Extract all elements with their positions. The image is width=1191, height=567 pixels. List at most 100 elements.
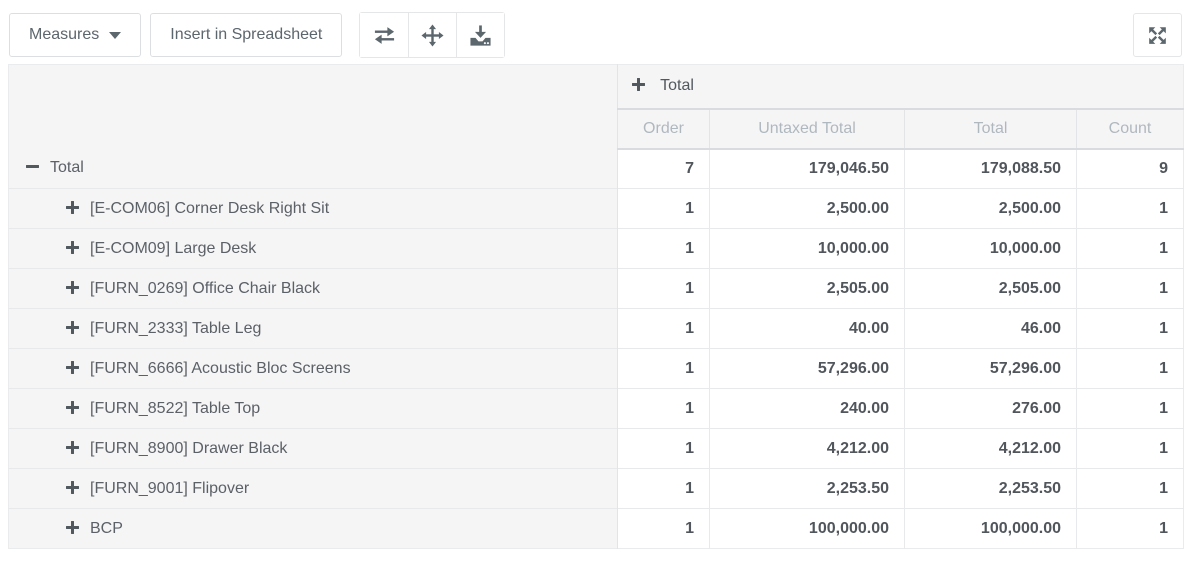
pivot-value-cell[interactable]: 179,046.50 bbox=[710, 149, 905, 189]
row-label-text: [E-COM06] Corner Desk Right Sit bbox=[90, 200, 329, 217]
row-label-text: Total bbox=[50, 159, 84, 176]
pivot-table: Total Order Untaxed Total Total Count To… bbox=[8, 64, 1184, 549]
flip-axis-button[interactable] bbox=[360, 13, 408, 57]
row-label-text: [FURN_8900] Drawer Black bbox=[90, 440, 287, 457]
pivot-value-cell[interactable]: 100,000.00 bbox=[905, 509, 1077, 549]
pivot-value-cell[interactable]: 1 bbox=[1077, 429, 1184, 469]
pivot-toolbar: Measures Insert in Spreadsheet bbox=[0, 0, 1191, 62]
insert-in-spreadsheet-button[interactable]: Insert in Spreadsheet bbox=[150, 13, 342, 57]
row-header-total[interactable]: Total bbox=[9, 149, 618, 189]
pivot-value-cell[interactable]: 1 bbox=[1077, 509, 1184, 549]
row-label-text: [FURN_2333] Table Leg bbox=[90, 320, 261, 337]
col-group-label: Total bbox=[660, 77, 694, 94]
pivot-value-cell[interactable]: 4,212.00 bbox=[905, 429, 1077, 469]
plus-icon bbox=[66, 281, 79, 294]
pivot-icon-button-group bbox=[359, 12, 505, 58]
measures-button-label: Measures bbox=[29, 26, 99, 44]
expand-all-icon bbox=[421, 24, 444, 47]
fullscreen-icon bbox=[1147, 25, 1168, 46]
pivot-row: [FURN_2333] Table Leg140.0046.001 bbox=[9, 309, 1184, 349]
measure-header-order[interactable]: Order bbox=[618, 109, 710, 149]
measure-header-count[interactable]: Count bbox=[1077, 109, 1184, 149]
row-header-furn-6666-acoustic-bloc-screens[interactable]: [FURN_6666] Acoustic Bloc Screens bbox=[9, 349, 618, 389]
pivot-view: Total Order Untaxed Total Total Count To… bbox=[0, 62, 1191, 549]
pivot-value-cell[interactable]: 4,212.00 bbox=[710, 429, 905, 469]
pivot-value-cell[interactable]: 9 bbox=[1077, 149, 1184, 189]
row-header-furn-8522-table-top[interactable]: [FURN_8522] Table Top bbox=[9, 389, 618, 429]
pivot-row: [FURN_0269] Office Chair Black12,505.002… bbox=[9, 269, 1184, 309]
pivot-value-cell[interactable]: 1 bbox=[618, 429, 710, 469]
pivot-value-cell[interactable]: 10,000.00 bbox=[710, 229, 905, 269]
pivot-row: BCP1100,000.00100,000.001 bbox=[9, 509, 1184, 549]
pivot-corner-cell bbox=[9, 65, 618, 149]
pivot-value-cell[interactable]: 2,500.00 bbox=[905, 189, 1077, 229]
row-label-text: [FURN_9001] Flipover bbox=[90, 480, 249, 497]
row-label-text: [FURN_8522] Table Top bbox=[90, 400, 260, 417]
plus-icon bbox=[66, 361, 79, 374]
row-header-furn-0269-office-chair-black[interactable]: [FURN_0269] Office Chair Black bbox=[9, 269, 618, 309]
pivot-value-cell[interactable]: 1 bbox=[618, 509, 710, 549]
row-header-furn-2333-table-leg[interactable]: [FURN_2333] Table Leg bbox=[9, 309, 618, 349]
pivot-value-cell[interactable]: 57,296.00 bbox=[710, 349, 905, 389]
pivot-value-cell[interactable]: 1 bbox=[618, 469, 710, 509]
pivot-value-cell[interactable]: 1 bbox=[1077, 309, 1184, 349]
caret-down-icon bbox=[109, 32, 121, 39]
row-header-furn-8900-drawer-black[interactable]: [FURN_8900] Drawer Black bbox=[9, 429, 618, 469]
pivot-value-cell[interactable]: 40.00 bbox=[710, 309, 905, 349]
pivot-value-cell[interactable]: 1 bbox=[618, 189, 710, 229]
pivot-value-cell[interactable]: 2,500.00 bbox=[710, 189, 905, 229]
pivot-value-cell[interactable]: 1 bbox=[1077, 469, 1184, 509]
pivot-value-cell[interactable]: 1 bbox=[1077, 229, 1184, 269]
pivot-value-cell[interactable]: 46.00 bbox=[905, 309, 1077, 349]
row-header-e-com06-corner-desk-right-sit[interactable]: [E-COM06] Corner Desk Right Sit bbox=[9, 189, 618, 229]
pivot-row: [FURN_8900] Drawer Black14,212.004,212.0… bbox=[9, 429, 1184, 469]
pivot-value-cell[interactable]: 1 bbox=[618, 269, 710, 309]
pivot-value-cell[interactable]: 1 bbox=[1077, 389, 1184, 429]
plus-icon bbox=[66, 201, 79, 214]
pivot-value-cell[interactable]: 240.00 bbox=[710, 389, 905, 429]
pivot-value-cell[interactable]: 2,505.00 bbox=[905, 269, 1077, 309]
measure-header-total[interactable]: Total bbox=[905, 109, 1077, 149]
pivot-value-cell[interactable]: 1 bbox=[1077, 349, 1184, 389]
pivot-value-cell[interactable]: 10,000.00 bbox=[905, 229, 1077, 269]
pivot-value-cell[interactable]: 57,296.00 bbox=[905, 349, 1077, 389]
plus-icon bbox=[66, 241, 79, 254]
pivot-row: [FURN_6666] Acoustic Bloc Screens157,296… bbox=[9, 349, 1184, 389]
expand-all-button[interactable] bbox=[408, 13, 456, 57]
row-header-furn-9001-flipover[interactable]: [FURN_9001] Flipover bbox=[9, 469, 618, 509]
row-header-bcp[interactable]: BCP bbox=[9, 509, 618, 549]
pivot-value-cell[interactable]: 100,000.00 bbox=[710, 509, 905, 549]
measure-header-untaxed-total[interactable]: Untaxed Total bbox=[710, 109, 905, 149]
pivot-value-cell[interactable]: 1 bbox=[1077, 269, 1184, 309]
measures-button[interactable]: Measures bbox=[9, 13, 141, 57]
download-xlsx-button[interactable] bbox=[456, 13, 504, 57]
plus-icon bbox=[66, 441, 79, 454]
row-label-text: [FURN_6666] Acoustic Bloc Screens bbox=[90, 360, 351, 377]
insert-in-spreadsheet-label: Insert in Spreadsheet bbox=[170, 26, 322, 44]
pivot-value-cell[interactable]: 276.00 bbox=[905, 389, 1077, 429]
pivot-value-cell[interactable]: 179,088.50 bbox=[905, 149, 1077, 189]
pivot-col-group-row: Total bbox=[9, 65, 1184, 109]
pivot-value-cell[interactable]: 1 bbox=[618, 349, 710, 389]
plus-icon bbox=[66, 401, 79, 414]
plus-icon bbox=[632, 78, 645, 91]
pivot-value-cell[interactable]: 1 bbox=[618, 389, 710, 429]
plus-icon bbox=[66, 321, 79, 334]
row-label-text: [E-COM09] Large Desk bbox=[90, 240, 256, 257]
pivot-value-cell[interactable]: 2,505.00 bbox=[710, 269, 905, 309]
row-header-e-com09-large-desk[interactable]: [E-COM09] Large Desk bbox=[9, 229, 618, 269]
download-xlsx-icon bbox=[469, 24, 492, 47]
col-group-header-total[interactable]: Total bbox=[618, 65, 1184, 109]
pivot-value-cell[interactable]: 7 bbox=[618, 149, 710, 189]
pivot-value-cell[interactable]: 1 bbox=[618, 229, 710, 269]
plus-icon bbox=[66, 481, 79, 494]
pivot-value-cell[interactable]: 1 bbox=[1077, 189, 1184, 229]
fullscreen-button[interactable] bbox=[1133, 13, 1182, 57]
row-label-text: [FURN_0269] Office Chair Black bbox=[90, 280, 320, 297]
minus-icon bbox=[26, 160, 39, 173]
pivot-value-cell[interactable]: 2,253.50 bbox=[905, 469, 1077, 509]
pivot-value-cell[interactable]: 1 bbox=[618, 309, 710, 349]
pivot-value-cell[interactable]: 2,253.50 bbox=[710, 469, 905, 509]
pivot-row: Total 7179,046.50179,088.509 bbox=[9, 149, 1184, 189]
flip-axis-icon bbox=[373, 24, 396, 47]
